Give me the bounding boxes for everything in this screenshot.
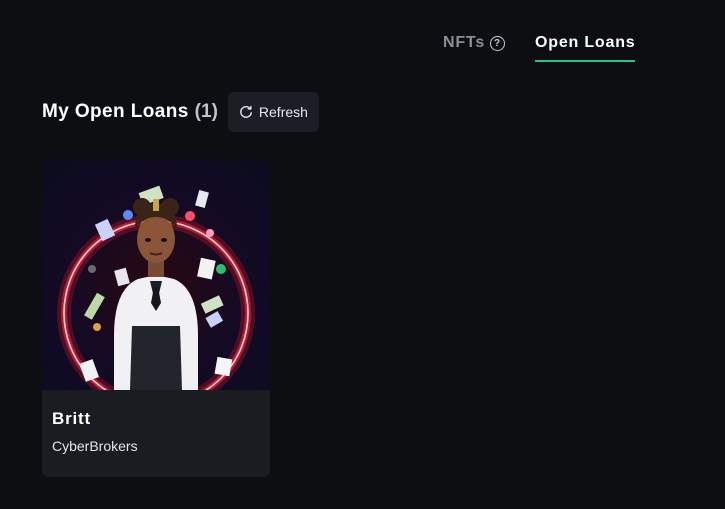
tab-open-loans[interactable]: Open Loans xyxy=(535,32,636,62)
refresh-icon xyxy=(240,105,252,118)
loan-card[interactable]: Britt CyberBrokers xyxy=(42,161,270,477)
tab-open-loans-label: Open Loans xyxy=(535,34,636,51)
page: NFTs ? Open Loans My Open Loans (1) Refr… xyxy=(0,0,725,509)
collection-name: CyberBrokers xyxy=(52,438,138,454)
help-icon[interactable]: ? xyxy=(490,35,506,51)
tab-nfts-label: NFTs xyxy=(443,34,486,51)
nft-name: Britt xyxy=(52,409,91,428)
tab-nfts[interactable]: NFTs ? xyxy=(443,32,506,54)
refresh-label: Refresh xyxy=(258,104,308,120)
section-header: My Open Loans (1) Refresh xyxy=(42,92,319,132)
refresh-button[interactable]: Refresh xyxy=(227,92,319,132)
section-title: My Open Loans xyxy=(42,101,189,122)
loan-count: (1) xyxy=(194,101,218,122)
tabs: NFTs ? Open Loans xyxy=(443,32,636,62)
card-info: Britt CyberBrokers xyxy=(42,390,270,454)
nft-image xyxy=(42,161,270,390)
